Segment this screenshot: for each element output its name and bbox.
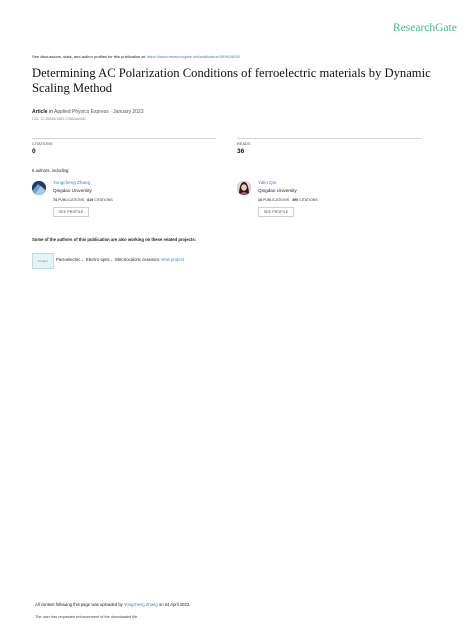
upload-info: All content following this page was uplo… — [35, 602, 190, 607]
reads-label: READS — [237, 142, 251, 146]
author-citations-count-1: 819 — [87, 198, 94, 202]
project-entry: Piezoelectric 、Electro-optic 、Electrocal… — [56, 257, 184, 263]
author-publications-label-1: PUBLICATIONS — [58, 198, 85, 202]
avatar-image-1 — [32, 181, 46, 195]
see-profile-button-2[interactable]: SEE PROFILE — [258, 207, 294, 217]
publication-title: Determining AC Polarization Conditions o… — [32, 66, 431, 95]
author-avatar-2[interactable] — [237, 181, 251, 195]
publication-meta: Article in Applied Physics Express · Jan… — [32, 109, 143, 115]
author-name-2[interactable]: Yalin Qin — [258, 180, 276, 185]
author-publications-count-1: 74 — [53, 198, 57, 202]
reads-divider — [237, 138, 421, 139]
citations-divider — [32, 138, 216, 139]
author-stats-1: 74 PUBLICATIONS 819 CITATIONS — [53, 198, 113, 202]
enhancement-note: The user has requested enhancement of th… — [35, 615, 139, 619]
project-thumbnail[interactable]: Project — [32, 253, 54, 269]
in-word: in — [48, 109, 53, 115]
author-name-1[interactable]: Yongcheng Zhang — [53, 180, 90, 185]
upload-suffix: on 04 April 2023. — [158, 602, 191, 607]
publication-url-link[interactable]: https://www.researchgate.net/publication… — [147, 54, 240, 59]
author-publications-count-2: 10 — [258, 198, 262, 202]
doi-text: DOI: 10.35848/1882-0786/acc5d2 — [32, 117, 87, 121]
authors-heading: 6 authors, including: — [32, 168, 70, 173]
researchgate-logo[interactable]: ResearchGate — [393, 22, 457, 34]
publication-type: Article — [32, 109, 48, 115]
discussion-prefix: See discussions, stats, and author profi… — [32, 54, 147, 59]
citations-value: 0 — [32, 148, 36, 155]
related-projects-heading: Some of the authors of this publication … — [32, 237, 197, 242]
project-thumbnail-label: Project — [38, 259, 48, 263]
author-stats-2: 10 PUBLICATIONS 390 CITATIONS — [258, 198, 318, 202]
project-title: Piezoelectric 、Electro-optic 、Electrocal… — [56, 257, 160, 262]
citations-label: CITATIONS — [32, 142, 53, 146]
avatar-image-2 — [237, 181, 251, 195]
view-project-link[interactable]: View project — [161, 257, 184, 262]
author-institution-2: Qingdao University — [258, 188, 297, 193]
journal-name: Applied Physics Express · January 2023 — [53, 109, 144, 115]
discussion-line: See discussions, stats, and author profi… — [32, 54, 240, 59]
author-avatar-1[interactable] — [32, 181, 46, 195]
author-citations-count-2: 390 — [292, 198, 299, 202]
uploader-link[interactable]: Yongcheng Zhang — [124, 602, 158, 607]
author-citations-label-2: CITATIONS — [299, 198, 318, 202]
author-citations-label-1: CITATIONS — [94, 198, 113, 202]
author-publications-label-2: PUBLICATIONS — [263, 198, 290, 202]
author-institution-1: Qingdao University — [53, 188, 92, 193]
reads-value: 36 — [237, 148, 245, 155]
see-profile-button-1[interactable]: SEE PROFILE — [53, 207, 89, 217]
upload-prefix: All content following this page was uplo… — [35, 602, 123, 607]
